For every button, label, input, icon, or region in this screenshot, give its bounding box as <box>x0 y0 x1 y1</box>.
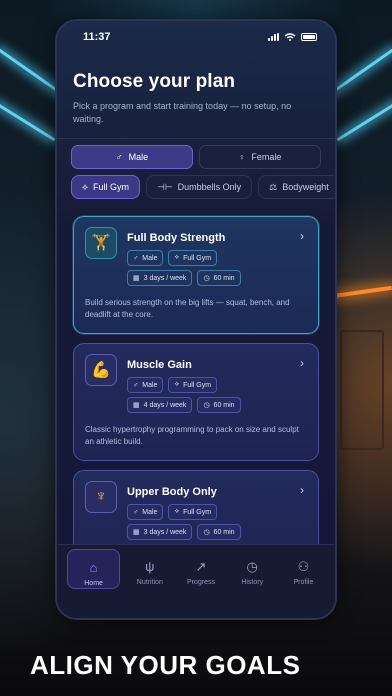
wifi-icon <box>284 33 296 41</box>
plan-name: Muscle Gain <box>127 359 192 371</box>
fork-knife-icon: ψ <box>145 559 155 574</box>
male-icon: ♂ <box>115 152 123 162</box>
calendar-icon: ▦ <box>133 275 140 282</box>
marketing-headline: ALIGN YOUR GOALS <box>30 650 301 680</box>
clock-icon: ◷ <box>246 559 258 574</box>
gender-tag: ♂ Male <box>127 504 164 520</box>
barbell-icon: 🏋 <box>85 227 117 259</box>
tag-label: 3 days / week <box>143 528 187 536</box>
frequency-tag: ▦ 4 days / week <box>127 397 193 413</box>
tag-label: 60 min <box>213 401 235 409</box>
battery-icon <box>301 33 317 41</box>
tag-label: Male <box>142 381 158 389</box>
clock-icon: ◷ <box>203 275 210 282</box>
flexed-bicep-icon: 💪 <box>85 354 117 386</box>
full-gym-icon: ⟡ <box>174 254 180 261</box>
full-gym-icon: ⟡ <box>82 181 88 192</box>
chip-label: Dumbbells Only <box>177 182 242 192</box>
frequency-tag: ▦ 3 days / week <box>127 270 193 286</box>
tab-history[interactable]: ◷ History <box>227 549 278 589</box>
plan-name: Upper Body Only <box>127 486 217 498</box>
equipment-filter: ⟡ Full Gym ⊣⊢ Dumbbells Only ⚖ Bodyweigh… <box>71 175 335 199</box>
plan-name: Full Body Strength <box>127 232 226 244</box>
neon-light <box>336 101 392 142</box>
dumbbell-icon: ⊣⊢ <box>156 181 173 192</box>
tab-label: Nutrition <box>136 579 163 586</box>
gender-label: Male <box>128 152 149 162</box>
tag-label: 60 min <box>213 274 235 282</box>
gender-option-male[interactable]: ♂ Male <box>71 145 193 169</box>
trend-up-icon: ↗ <box>195 559 207 574</box>
page-subtitle: Pick a program and start training today … <box>73 101 292 124</box>
gender-tag: ♂ Male <box>127 377 164 393</box>
divider <box>57 138 335 139</box>
tab-progress[interactable]: ↗ Progress <box>175 549 226 589</box>
calendar-icon: ▦ <box>133 529 140 536</box>
calendar-icon: ▦ <box>133 402 140 409</box>
phone-screen: 11:37 Choose your plan Pick a program an… <box>55 19 337 620</box>
duration-tag: ◷ 60 min <box>197 397 241 413</box>
chevron-right-icon: › <box>300 356 304 370</box>
chip-label: Bodyweight <box>282 182 329 192</box>
gender-label: Female <box>251 152 282 162</box>
signal-icon <box>268 33 279 41</box>
gender-selector: ♂ Male ♀ Female <box>71 145 321 169</box>
status-bar: 11:37 <box>57 21 335 53</box>
male-icon: ♂ <box>133 381 139 389</box>
duration-tag: ◷ 60 min <box>197 270 241 286</box>
duration-tag: ◷ 60 min <box>197 524 241 540</box>
user-icon: ⚇ <box>297 559 310 574</box>
equipment-tag: ⟡ Full Gym <box>168 250 218 266</box>
plan-card-full-body-strength[interactable]: 🏋 Full Body Strength ♂ Male ⟡ Full Gym ▦ 3 … <box>73 216 319 334</box>
orange-light <box>332 285 392 299</box>
gender-tag: ♂ Male <box>127 250 164 266</box>
chevron-right-icon: › <box>300 229 304 243</box>
tag-label: 60 min <box>213 528 235 536</box>
tag-label: 4 days / week <box>143 401 187 409</box>
status-icons <box>268 33 317 41</box>
tab-profile[interactable]: ⚇ Profile <box>278 549 329 589</box>
tab-nutrition[interactable]: ψ Nutrition <box>124 549 175 589</box>
chip-label: Full Gym <box>92 182 129 192</box>
tag-label: 3 days / week <box>143 274 187 282</box>
tag-label: Male <box>142 508 158 516</box>
equipment-tag: ⟡ Full Gym <box>168 504 218 520</box>
male-icon: ♂ <box>133 254 139 262</box>
status-time: 11:37 <box>83 31 111 43</box>
female-icon: ♀ <box>238 152 246 162</box>
clock-icon: ◷ <box>203 529 210 536</box>
plan-card-muscle-gain[interactable]: 💪 Muscle Gain ♂ Male ⟡ Full Gym ▦ 4 days / … <box>73 343 319 461</box>
equipment-tag: ⟡ Full Gym <box>168 377 218 393</box>
neon-light <box>0 101 56 142</box>
tag-label: Full Gym <box>183 381 212 389</box>
tab-label: History <box>241 579 264 586</box>
plan-description: Build serious strength on the big lifts … <box>85 298 290 319</box>
plan-description: Classic hypertrophy programming to pack … <box>85 425 299 446</box>
tab-label: Progress <box>187 579 216 586</box>
neon-light <box>328 47 392 96</box>
equipment-chip-bodyweight[interactable]: ⚖ Bodyweight <box>258 175 335 199</box>
equipment-chip-dumbbells[interactable]: ⊣⊢ Dumbbells Only <box>145 175 253 199</box>
bottom-tab-bar: ⌂ Home ψ Nutrition ↗ Progress ◷ History … <box>57 544 335 618</box>
clock-icon: ◷ <box>203 402 210 409</box>
bodyweight-icon: ⚖ <box>269 181 278 192</box>
gym-rack <box>340 330 384 450</box>
tag-label: Full Gym <box>183 254 212 262</box>
gender-option-female[interactable]: ♀ Female <box>199 145 321 169</box>
trident-icon: ♆ <box>85 481 117 513</box>
full-gym-icon: ⟡ <box>174 508 180 515</box>
male-icon: ♂ <box>133 508 139 516</box>
frequency-tag: ▦ 3 days / week <box>127 524 193 540</box>
plan-list: 🏋 Full Body Strength ♂ Male ⟡ Full Gym ▦ 3 … <box>57 216 335 588</box>
home-icon: ⌂ <box>89 560 98 575</box>
tab-label: Profile <box>293 579 314 586</box>
tag-label: Male <box>142 254 158 262</box>
tab-home[interactable]: ⌂ Home <box>67 549 121 589</box>
equipment-chip-full-gym[interactable]: ⟡ Full Gym <box>71 175 140 199</box>
chevron-right-icon: › <box>300 483 304 497</box>
page-title: Choose your plan <box>73 71 236 92</box>
tab-label: Home <box>84 580 103 587</box>
full-gym-icon: ⟡ <box>174 381 180 388</box>
tag-label: Full Gym <box>183 508 212 516</box>
